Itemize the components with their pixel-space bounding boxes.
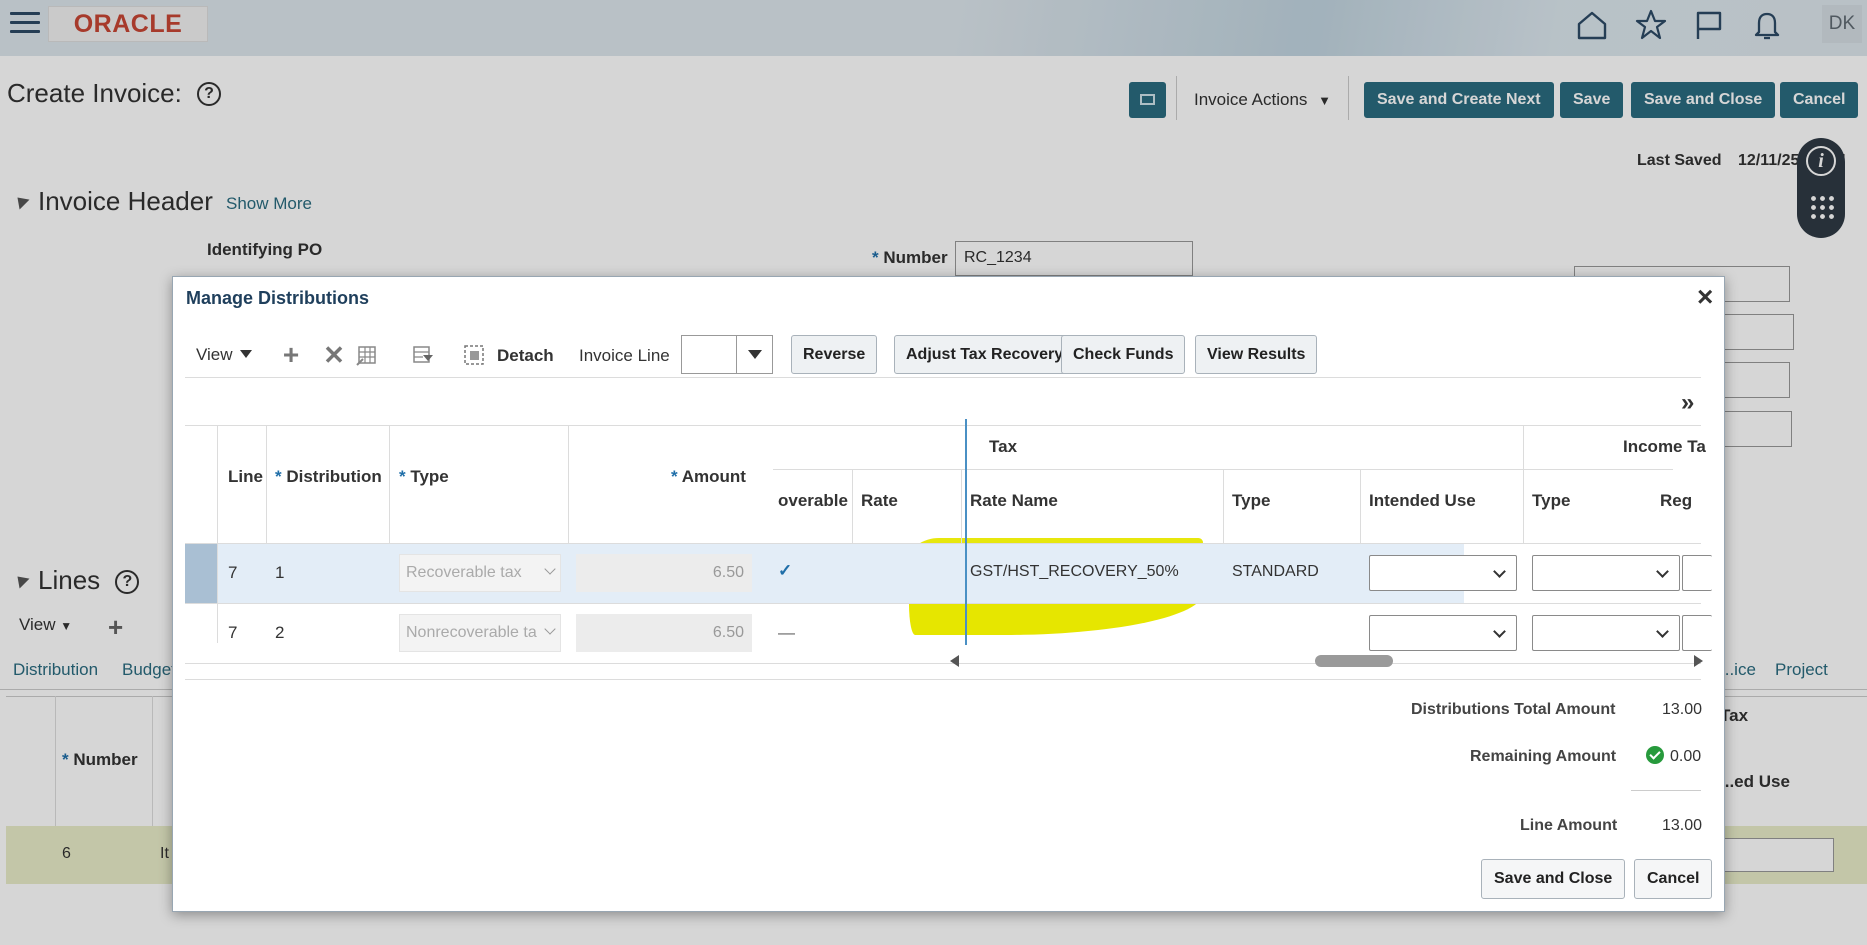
check-funds-button[interactable]: Check Funds bbox=[1061, 335, 1186, 374]
check-circle-icon bbox=[1646, 746, 1664, 764]
add-icon[interactable]: + bbox=[279, 341, 303, 369]
col-tax-type[interactable]: Type bbox=[1232, 491, 1270, 511]
scroll-left-icon[interactable] bbox=[950, 655, 959, 667]
query-by-example-icon[interactable] bbox=[411, 343, 435, 367]
close-icon[interactable]: × bbox=[1697, 283, 1713, 311]
dialog-title: Manage Distributions bbox=[186, 288, 370, 308]
col-rate-name[interactable]: Rate Name bbox=[970, 491, 1058, 511]
row2-distribution: 2 bbox=[275, 623, 285, 642]
distributions-total-label: Distributions Total Amount bbox=[1411, 701, 1616, 718]
distributions-table: Tax Income Ta Line * Distribution * Type… bbox=[185, 425, 1712, 664]
row1-rate-name: GST/HST_RECOVERY_50% bbox=[970, 563, 1179, 580]
distributions-total-value: 13.00 bbox=[1662, 701, 1703, 718]
row2-income-type-select[interactable] bbox=[1532, 615, 1680, 651]
col-recoverable[interactable]: overable bbox=[778, 491, 848, 511]
divider bbox=[1631, 790, 1701, 791]
view-menu[interactable]: View bbox=[196, 345, 252, 365]
row2-intended-use-select[interactable] bbox=[1369, 615, 1517, 651]
detach-icon[interactable] bbox=[462, 343, 486, 367]
dialog-cancel-button[interactable]: Cancel bbox=[1634, 859, 1713, 899]
row1-region-select[interactable] bbox=[1682, 555, 1712, 591]
col-distribution[interactable]: * Distribution bbox=[275, 467, 382, 487]
reverse-button[interactable]: Reverse bbox=[791, 335, 878, 374]
row1-intended-use-select[interactable] bbox=[1369, 555, 1517, 591]
col-intended-use[interactable]: Intended Use bbox=[1369, 491, 1476, 511]
row-divider bbox=[185, 663, 1701, 664]
row1-income-type-select[interactable] bbox=[1532, 555, 1680, 591]
col-region[interactable]: Reg bbox=[1660, 491, 1692, 511]
remaining-amount-label: Remaining Amount bbox=[1470, 748, 1617, 765]
col-type[interactable]: * Type bbox=[399, 467, 449, 487]
row-selector[interactable] bbox=[185, 543, 217, 603]
header-divider bbox=[773, 469, 1673, 470]
frozen-column-divider bbox=[965, 419, 967, 645]
tax-group-header: Tax bbox=[989, 437, 1018, 456]
remaining-amount-value: 0.00 bbox=[1670, 748, 1702, 765]
dialog-toolbar: View + ✕ Detach Invoice Line Reverse Adj… bbox=[185, 331, 1715, 379]
delete-icon[interactable]: ✕ bbox=[322, 342, 346, 368]
row2-amount: 6.50 bbox=[576, 614, 752, 652]
adjust-tax-recovery-button[interactable]: Adjust Tax Recovery bbox=[894, 335, 1076, 374]
divider bbox=[185, 377, 1701, 378]
row-divider bbox=[185, 603, 1701, 604]
manage-distributions-dialog: Manage Distributions × View + ✕ Detach I… bbox=[172, 276, 1725, 912]
invoice-line-label: Invoice Line bbox=[579, 346, 670, 365]
chevron-down-icon[interactable] bbox=[736, 336, 772, 373]
header-bottom bbox=[185, 543, 1701, 544]
horizontal-scrollbar-thumb[interactable] bbox=[1315, 655, 1393, 667]
freeze-column-icon[interactable] bbox=[355, 343, 379, 367]
invoice-line-select[interactable] bbox=[681, 335, 773, 374]
row1-amount: 6.50 bbox=[576, 554, 752, 592]
view-results-button[interactable]: View Results bbox=[1195, 335, 1318, 374]
row2-region-select[interactable] bbox=[1682, 615, 1712, 651]
col-income-type[interactable]: Type bbox=[1532, 491, 1570, 511]
col-line[interactable]: Line bbox=[228, 467, 263, 487]
divider bbox=[185, 679, 1701, 680]
line-amount-label: Line Amount bbox=[1520, 817, 1618, 834]
row1-line: 7 bbox=[228, 563, 238, 582]
chevron-down-icon bbox=[239, 350, 252, 358]
income-tax-group-header: Income Ta bbox=[1623, 437, 1706, 456]
detach-label[interactable]: Detach bbox=[497, 346, 554, 366]
row2-recoverable-dash: — bbox=[778, 623, 795, 642]
row1-type-select: Recoverable tax bbox=[399, 554, 561, 592]
row1-tax-type: STANDARD bbox=[1232, 563, 1319, 580]
expand-columns-icon[interactable]: » bbox=[1681, 389, 1694, 417]
dialog-save-and-close-button[interactable]: Save and Close bbox=[1481, 859, 1626, 899]
row1-recoverable-check: ✓ bbox=[778, 561, 793, 580]
row2-type-select: Nonrecoverable ta bbox=[399, 614, 561, 652]
col-rate[interactable]: Rate bbox=[861, 491, 898, 511]
line-amount-value: 13.00 bbox=[1662, 817, 1703, 834]
row2-line: 7 bbox=[228, 623, 238, 642]
scroll-right-icon[interactable] bbox=[1694, 655, 1703, 667]
col-amount[interactable]: * Amount bbox=[671, 467, 746, 487]
row1-distribution: 1 bbox=[275, 563, 285, 582]
